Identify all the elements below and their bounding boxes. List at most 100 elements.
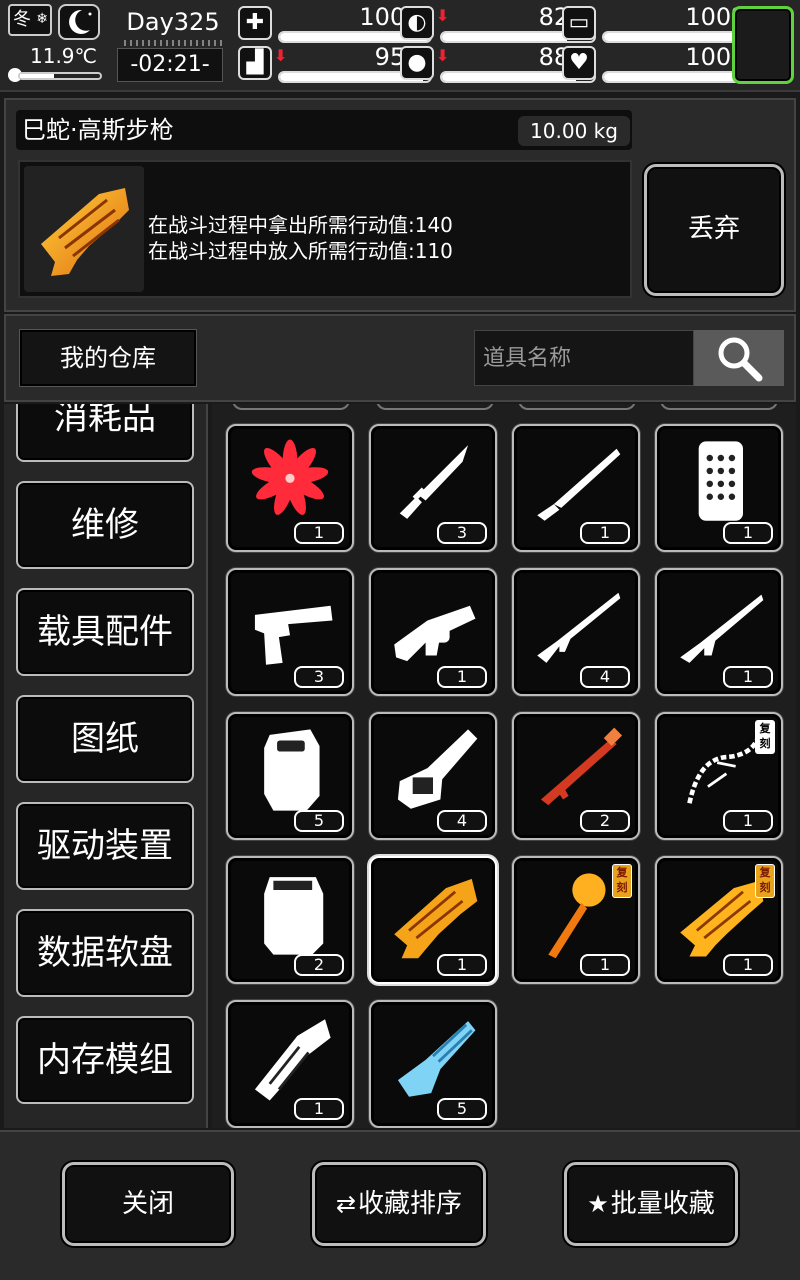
replica-badge: 复刻 bbox=[755, 864, 775, 898]
batch-favorite-label: 批量收藏 bbox=[610, 1189, 715, 1219]
close-label: 关闭 bbox=[121, 1189, 174, 1219]
inventory-slot[interactable]: 3 bbox=[226, 568, 354, 696]
stat-heart: ♥ 100% bbox=[562, 44, 758, 84]
arrow-down-icon: ⬇ bbox=[436, 6, 450, 25]
thermometer-icon bbox=[8, 66, 102, 82]
bottom-action-bar: 关闭 ⇄收藏排序 ★批量收藏 bbox=[0, 1130, 800, 1280]
arrow-down-icon: ⬇ bbox=[436, 46, 450, 65]
replica-badge: 复刻 bbox=[612, 864, 632, 898]
riot-shield-icon bbox=[698, 441, 743, 521]
armor-plate-icon bbox=[264, 877, 324, 955]
item-count: 1 bbox=[723, 666, 773, 688]
item-search-input[interactable] bbox=[474, 330, 694, 386]
category-button[interactable]: 驱动装置 bbox=[16, 802, 194, 890]
character-portrait[interactable] bbox=[732, 6, 794, 84]
replica-badge: 复刻 bbox=[755, 720, 775, 754]
inventory-slot[interactable]: 4 bbox=[369, 712, 497, 840]
stat-bar-fill bbox=[442, 33, 567, 41]
inventory-slot[interactable]: 1 bbox=[655, 424, 783, 552]
item-count: 1 bbox=[294, 1098, 344, 1120]
inventory-slot[interactable]: 5 bbox=[226, 712, 354, 840]
item-detail-panel: 巳蛇·高斯步枪 10.00 kg 在战斗过程中拿出所需行动值:140 在战斗过程… bbox=[4, 98, 796, 312]
sort-favorites-button[interactable]: ⇄收藏排序 bbox=[312, 1162, 486, 1246]
item-count: 4 bbox=[580, 666, 630, 688]
item-count: 3 bbox=[294, 666, 344, 688]
inventory-slot[interactable]: 1 bbox=[369, 568, 497, 696]
item-count: 5 bbox=[294, 810, 344, 832]
item-count: 1 bbox=[580, 954, 630, 976]
inventory-slot[interactable]: 2 bbox=[226, 856, 354, 984]
slot-edge bbox=[518, 404, 636, 410]
battle-rifle-icon bbox=[680, 594, 764, 663]
category-list[interactable]: 消耗品维修载具配件图纸驱动装置数据软盘内存模组 bbox=[4, 404, 208, 1128]
close-button[interactable]: 关闭 bbox=[62, 1162, 234, 1246]
stow-cost-text: 在战斗过程中放入所需行动值:110 bbox=[148, 239, 453, 263]
chainsaw-icon bbox=[397, 729, 478, 809]
foot-icon: ▟ bbox=[238, 46, 272, 80]
inventory-slot[interactable]: 4 bbox=[512, 568, 640, 696]
inventory-slot[interactable]: 1 bbox=[226, 1000, 354, 1128]
category-button[interactable]: 维修 bbox=[16, 481, 194, 569]
temperature: 11.9℃ bbox=[30, 44, 97, 68]
item-count: 3 bbox=[437, 522, 487, 544]
inventory-slot[interactable]: 1 bbox=[226, 424, 354, 552]
season-indicator: 冬 ❄ bbox=[8, 4, 52, 36]
item-count: 1 bbox=[437, 954, 487, 976]
batch-favorite-button[interactable]: ★批量收藏 bbox=[564, 1162, 738, 1246]
category-button[interactable]: 消耗品 bbox=[16, 404, 194, 462]
discard-button[interactable]: 丢弃 bbox=[644, 164, 784, 296]
stat-bar-fill bbox=[442, 73, 576, 81]
inventory-slot[interactable]: 2 bbox=[512, 712, 640, 840]
item-count: 4 bbox=[437, 810, 487, 832]
item-description: 在战斗过程中拿出所需行动值:140 在战斗过程中放入所需行动值:110 bbox=[148, 212, 453, 264]
ballistic-shield-icon bbox=[264, 729, 320, 811]
swap-arrows-icon: ⇄ bbox=[335, 1190, 357, 1218]
moon-icon bbox=[58, 4, 100, 40]
assault-rifle-icon bbox=[537, 592, 621, 663]
inventory-slot[interactable]: 5 bbox=[369, 1000, 497, 1128]
item-count: 1 bbox=[723, 954, 773, 976]
heart-icon: ♥ bbox=[562, 46, 596, 80]
draw-cost-text: 在战斗过程中拿出所需行动值:140 bbox=[148, 213, 453, 237]
temperature-fill bbox=[20, 74, 54, 78]
slot-edge bbox=[660, 404, 778, 410]
grenade-launcher-icon bbox=[394, 605, 476, 662]
my-storage-button[interactable]: 我的仓库 bbox=[20, 330, 196, 386]
tribal-cannon-icon bbox=[254, 1019, 331, 1101]
inventory-slot[interactable]: 1 bbox=[512, 424, 640, 552]
storage-header: 我的仓库 bbox=[4, 314, 796, 402]
season-label: 冬 bbox=[13, 9, 31, 30]
item-count: 5 bbox=[437, 1098, 487, 1120]
stat-energy: ▭ 100% bbox=[562, 4, 758, 44]
gauss-rifle-icon bbox=[394, 878, 478, 959]
medkit-icon: ✚ bbox=[238, 6, 272, 40]
rocket-launcher-icon bbox=[540, 727, 623, 806]
inventory-slot[interactable]: 复刻 1 bbox=[655, 712, 783, 840]
search-button[interactable] bbox=[694, 330, 784, 386]
category-button[interactable]: 内存模组 bbox=[16, 1016, 194, 1104]
inventory-slot[interactable]: 1 bbox=[655, 568, 783, 696]
arrow-down-icon: ⬇ bbox=[274, 46, 288, 65]
inventory-slot[interactable]: 3 bbox=[369, 424, 497, 552]
desert-pistol-icon bbox=[254, 605, 333, 665]
item-grid[interactable]: 1 3 1 1 3 1 4 1 5 4 2 复刻 1 2 1 复刻 1 复刻 1 1 5 bbox=[212, 404, 796, 1128]
clock: -02:21- bbox=[117, 48, 223, 82]
inventory-slot[interactable]: 复刻 1 bbox=[655, 856, 783, 984]
ice-minigun-icon bbox=[397, 1021, 476, 1097]
inventory-slot[interactable]: 1 bbox=[369, 856, 497, 984]
combat-knife-icon bbox=[399, 445, 469, 519]
gauss-rifle-icon bbox=[24, 166, 144, 292]
inventory-slot[interactable]: 复刻 1 bbox=[512, 856, 640, 984]
category-button[interactable]: 数据软盘 bbox=[16, 909, 194, 997]
bolt-rifle-icon bbox=[537, 448, 621, 521]
item-name: 巳蛇·高斯步枪 bbox=[22, 116, 174, 144]
item-count: 1 bbox=[294, 522, 344, 544]
energy-icon: ▭ bbox=[562, 6, 596, 40]
category-button[interactable]: 载具配件 bbox=[16, 588, 194, 676]
category-button[interactable]: 图纸 bbox=[16, 695, 194, 783]
status-bar: 冬 ❄ 11.9℃ Day325 -02:21- ✚100%◐⬇82%▭100%… bbox=[0, 0, 800, 92]
stars-icon: ★ bbox=[587, 1190, 609, 1218]
item-count: 1 bbox=[723, 810, 773, 832]
day-counter: Day325 bbox=[126, 8, 220, 36]
sort-favorites-label: 收藏排序 bbox=[358, 1189, 463, 1219]
